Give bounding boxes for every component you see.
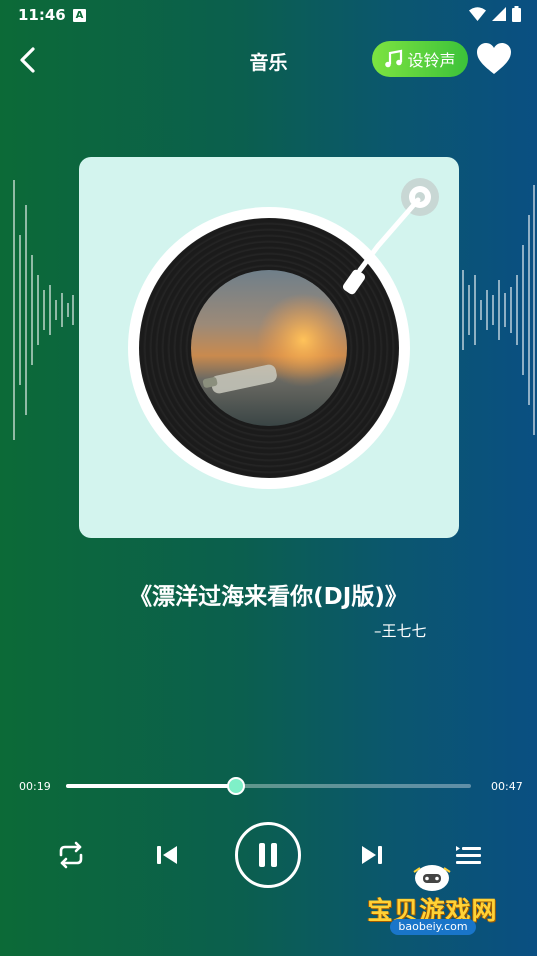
album-cover-image <box>191 270 347 426</box>
set-ringtone-button[interactable]: 设铃声 <box>372 41 468 77</box>
gamepad-mascot-icon <box>413 865 451 891</box>
top-bar: 音乐 设铃声 <box>0 36 537 84</box>
song-title: 《漂洋过海来看你(DJ版)》 <box>129 584 408 610</box>
watermark-url: baobeiy.com <box>390 919 476 935</box>
waveform-left <box>13 180 74 440</box>
favorite-heart-icon[interactable] <box>476 42 512 76</box>
progress-fill <box>66 784 237 788</box>
pause-icon <box>259 843 277 867</box>
repeat-icon <box>59 841 83 869</box>
battery-icon <box>512 6 521 22</box>
total-duration: 00:47 <box>491 780 523 793</box>
notification-a-icon: A <box>73 9 86 22</box>
progress-knob[interactable] <box>227 777 246 795</box>
elapsed-time: 00:19 <box>19 780 51 793</box>
previous-icon <box>157 846 177 864</box>
status-icons <box>469 6 521 22</box>
artist-name: –王七七 <box>374 622 427 640</box>
status-time: 11:46 <box>18 6 66 24</box>
progress-bar[interactable] <box>66 777 471 795</box>
wifi-icon <box>469 7 486 21</box>
status-bar: 11:46 A <box>0 0 537 32</box>
waveform-right <box>462 185 535 435</box>
pause-button[interactable] <box>235 822 301 888</box>
music-note-icon <box>385 49 403 68</box>
repeat-button[interactable] <box>55 841 87 869</box>
signal-icon <box>492 7 506 21</box>
watermark: 宝贝游戏网 baobeiy.com <box>360 858 505 950</box>
set-ringtone-label: 设铃声 <box>407 51 456 70</box>
previous-button[interactable] <box>155 843 179 867</box>
tonearm <box>342 178 439 295</box>
